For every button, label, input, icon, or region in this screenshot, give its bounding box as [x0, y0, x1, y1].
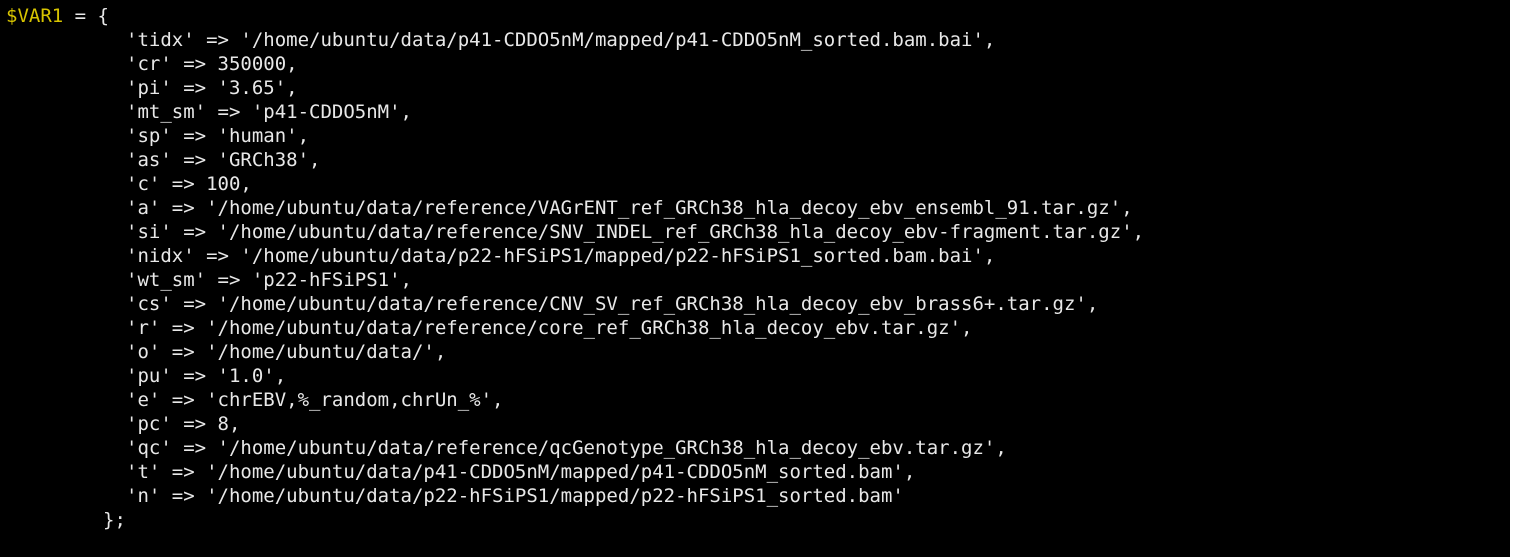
dump-entry: 'qc' => '/home/ubuntu/data/reference/qcG… [126, 437, 1007, 459]
dump-entry: 'mt_sm' => 'p41-CDDO5nM', [126, 101, 412, 123]
dump-entry: 'nidx' => '/home/ubuntu/data/p22-hFSiPS1… [126, 245, 996, 267]
terminal-output: $VAR1 = { 'tidx' => '/home/ubuntu/data/p… [0, 0, 1510, 557]
header-assign: = { [63, 5, 109, 27]
dump-entry: 'o' => '/home/ubuntu/data/', [126, 341, 447, 363]
dump-entry: 'si' => '/home/ubuntu/data/reference/SNV… [126, 221, 1145, 243]
dump-entry: 'cr' => 350000, [126, 53, 298, 75]
dump-entry: 'a' => '/home/ubuntu/data/reference/VAGr… [126, 197, 1133, 219]
dump-entry: 'n' => '/home/ubuntu/data/p22-hFSiPS1/ma… [126, 485, 904, 507]
dump-entry: 'r' => '/home/ubuntu/data/reference/core… [126, 317, 973, 339]
dump-entry: 't' => '/home/ubuntu/data/p41-CDDO5nM/ma… [126, 461, 916, 483]
dump-entry: 'cs' => '/home/ubuntu/data/reference/CNV… [126, 293, 1099, 315]
dump-entry: 'as' => 'GRCh38', [126, 149, 321, 171]
dump-entry: 'sp' => 'human', [126, 125, 310, 147]
dump-entry: 'pi' => '3.65', [126, 77, 298, 99]
dump-entry: 'c' => 100, [126, 173, 252, 195]
dump-entry: 'wt_sm' => 'p22-hFSiPS1', [126, 269, 412, 291]
dump-footer: }; [103, 509, 126, 531]
scrollbar[interactable] [1510, 0, 1516, 557]
dump-header: $VAR1 = { [6, 4, 109, 28]
dump-entry: 'pc' => 8, [126, 413, 241, 435]
dump-entry: 'tidx' => '/home/ubuntu/data/p41-CDDO5nM… [126, 29, 996, 51]
dump-entry: 'pu' => '1.0', [126, 365, 287, 387]
variable-name: $VAR1 [6, 5, 64, 27]
dump-entry: 'e' => 'chrEBV,%_random,chrUn_%', [126, 389, 504, 411]
